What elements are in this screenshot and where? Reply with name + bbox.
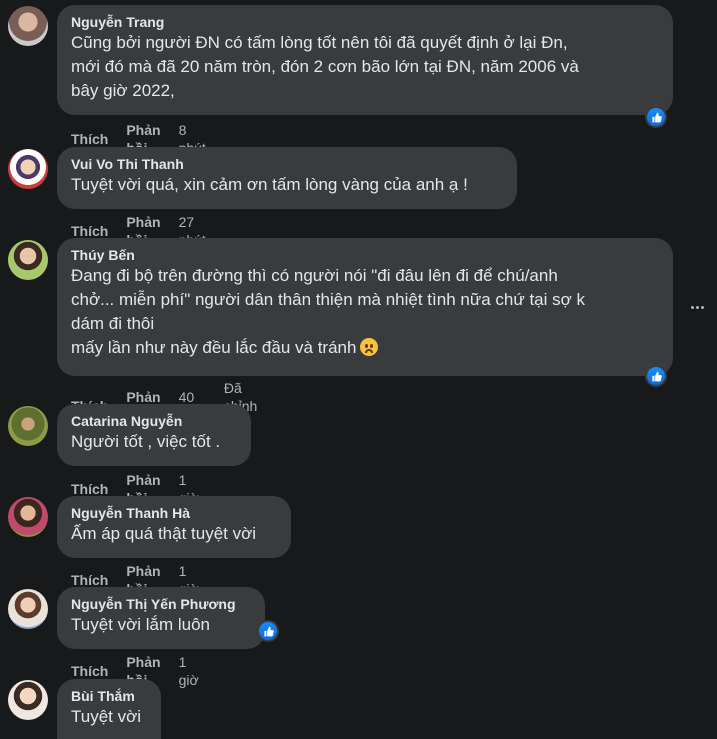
avatar[interactable] [8, 589, 48, 629]
comment-text-body: Đang đi bộ trên đường thì có người nói "… [71, 266, 586, 357]
comment-bubble: Thúy Bến Đang đi bộ trên đường thì có ng… [57, 238, 673, 376]
comment-bubble: Catarina Nguyễn Người tốt , việc tốt . [57, 404, 251, 466]
avatar[interactable] [8, 497, 48, 537]
avatar[interactable] [8, 240, 48, 280]
reaction-badge[interactable] [645, 106, 667, 128]
like-reaction-icon [647, 367, 665, 385]
commenter-name[interactable]: Vui Vo Thi Thanh [71, 155, 503, 173]
like-reaction-icon [647, 108, 665, 126]
comment-text: Tuyệt vời quá, xin cảm ơn tấm lòng vàng … [71, 175, 468, 194]
sad-face-emoji-icon [360, 338, 379, 356]
comment-bubble: Bùi Thắm Tuyệt vời [57, 679, 161, 739]
commenter-name[interactable]: Thúy Bến [71, 246, 659, 264]
like-reaction-icon [259, 622, 277, 640]
timestamp[interactable]: 1 giờ [179, 653, 199, 689]
comment-bubble: Vui Vo Thi Thanh Tuyệt vời quá, xin cảm … [57, 147, 517, 209]
comment-text: Người tốt , việc tốt . [71, 432, 221, 451]
commenter-name[interactable]: Bùi Thắm [71, 687, 147, 705]
comment-text: Cũng bởi người ĐN có tấm lòng tốt nên tô… [71, 33, 579, 100]
commenter-name[interactable]: Nguyễn Thanh Hà [71, 504, 277, 522]
avatar[interactable] [8, 406, 48, 446]
avatar[interactable] [8, 6, 48, 46]
avatar[interactable] [8, 680, 48, 720]
comment-bubble: Nguyễn Thị Yến Phương Tuyệt vời lắm luôn [57, 587, 265, 649]
comments-page: { "comments": [ { "name": "Nguyễn Trang"… [0, 0, 717, 739]
comment-text: Tuyệt vời [71, 707, 142, 726]
reaction-badge[interactable] [645, 365, 667, 387]
comment-bubble: Nguyễn Thanh Hà Ấm áp quá thật tuyệt vời [57, 496, 291, 558]
commenter-name[interactable]: Nguyễn Thị Yến Phương [71, 595, 251, 613]
reaction-badge[interactable] [257, 620, 279, 642]
comment-text: Tuyệt vời lắm luôn [71, 615, 211, 634]
like-link[interactable]: Thích [71, 662, 108, 680]
avatar[interactable] [8, 149, 48, 189]
commenter-name[interactable]: Catarina Nguyễn [71, 412, 237, 430]
comment-text: Đang đi bộ trên đường thì có người nói "… [71, 264, 659, 360]
like-link[interactable]: Thích [71, 130, 108, 148]
commenter-name[interactable]: Nguyễn Trang [71, 13, 659, 31]
comment-bubble: Nguyễn Trang Cũng bởi người ĐN có tấm lò… [57, 5, 673, 115]
more-options-icon[interactable] [686, 296, 708, 318]
comment-text: Ấm áp quá thật tuyệt vời [71, 524, 257, 543]
